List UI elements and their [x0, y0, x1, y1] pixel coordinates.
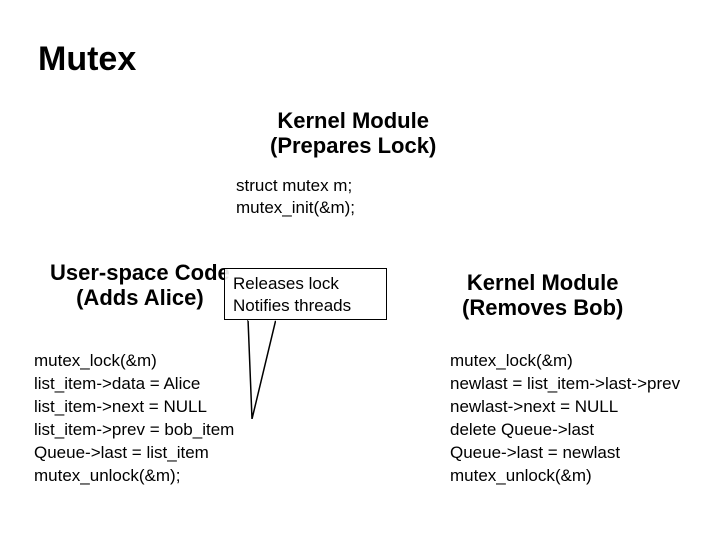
user-space-line2: (Adds Alice)	[50, 285, 230, 310]
code-line: list_item->prev = bob_item	[34, 419, 234, 442]
user-space-heading: User-space Code (Adds Alice)	[50, 260, 230, 311]
callout-tail-icon	[236, 319, 276, 419]
code-line: Queue->last = newlast	[450, 442, 680, 465]
code-line: delete Queue->last	[450, 419, 680, 442]
user-space-line1: User-space Code	[50, 260, 230, 285]
code-line: mutex_init(&m);	[236, 197, 355, 219]
slide-title: Mutex	[38, 40, 136, 79]
code-line: newlast->next = NULL	[450, 396, 680, 419]
user-code-block: mutex_lock(&m) list_item->data = Alice l…	[34, 350, 234, 488]
code-line: Queue->last = list_item	[34, 442, 234, 465]
callout-line2: Notifies threads	[233, 295, 378, 317]
kernel-right-line1: Kernel Module	[462, 270, 623, 295]
code-line: mutex_lock(&m)	[34, 350, 234, 373]
callout-box: Releases lock Notifies threads	[224, 268, 387, 320]
code-line: mutex_lock(&m)	[450, 350, 680, 373]
code-line: newlast = list_item->last->prev	[450, 373, 680, 396]
code-line: list_item->data = Alice	[34, 373, 234, 396]
kernel-top-line1: Kernel Module	[270, 108, 436, 133]
code-line: list_item->next = NULL	[34, 396, 234, 419]
kernel-right-line2: (Removes Bob)	[462, 295, 623, 320]
kernel-remove-code-block: mutex_lock(&m) newlast = list_item->last…	[450, 350, 680, 488]
callout-line1: Releases lock	[233, 273, 378, 295]
code-line: struct mutex m;	[236, 175, 355, 197]
kernel-right-heading: Kernel Module (Removes Bob)	[462, 270, 623, 321]
code-line: mutex_unlock(&m)	[450, 465, 680, 488]
kernel-init-code: struct mutex m; mutex_init(&m);	[236, 175, 355, 219]
kernel-top-line2: (Prepares Lock)	[270, 133, 436, 158]
kernel-top-heading: Kernel Module (Prepares Lock)	[270, 108, 436, 159]
code-line: mutex_unlock(&m);	[34, 465, 234, 488]
